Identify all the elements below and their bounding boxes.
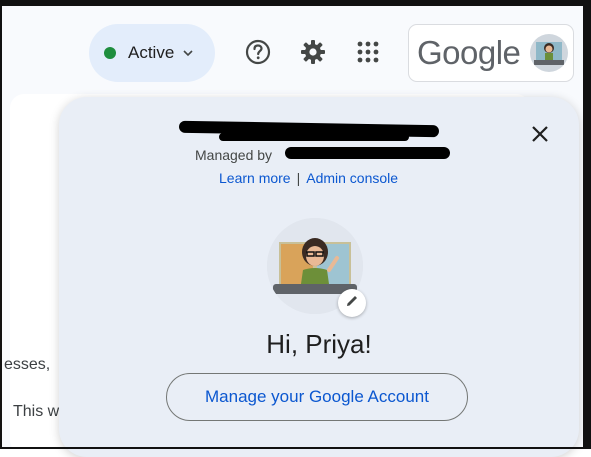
help-icon[interactable] bbox=[240, 34, 276, 70]
gear-icon[interactable] bbox=[295, 34, 331, 70]
status-button[interactable]: Active bbox=[89, 24, 215, 82]
google-logo: Google bbox=[417, 34, 521, 71]
managed-by-label: Managed by bbox=[195, 147, 273, 163]
apps-grid-icon[interactable] bbox=[350, 34, 386, 70]
google-account-switcher[interactable]: Google bbox=[408, 24, 574, 82]
edit-photo-button[interactable] bbox=[338, 289, 366, 317]
chevron-down-icon bbox=[182, 47, 194, 59]
close-icon[interactable] bbox=[525, 119, 555, 149]
redacted-email bbox=[219, 133, 409, 141]
top-bar: Active Google bbox=[0, 6, 583, 86]
background-text: esses, bbox=[4, 356, 51, 373]
redacted-domain bbox=[285, 147, 450, 159]
status-dot bbox=[104, 47, 116, 59]
status-label: Active bbox=[128, 43, 175, 62]
avatar bbox=[530, 34, 569, 72]
background-text: This w bbox=[13, 403, 60, 420]
learn-more-link[interactable]: Learn more bbox=[219, 170, 291, 186]
account-popup: Managed by Learn more | Admin console Hi… bbox=[59, 97, 579, 457]
link-separator: | bbox=[296, 170, 301, 186]
pencil-icon bbox=[344, 293, 360, 314]
manage-account-button[interactable]: Manage your Google Account bbox=[166, 373, 468, 421]
greeting: Hi, Priya! bbox=[266, 329, 372, 359]
admin-console-link[interactable]: Admin console bbox=[306, 170, 398, 186]
popup-links: Learn more | Admin console bbox=[219, 170, 398, 186]
